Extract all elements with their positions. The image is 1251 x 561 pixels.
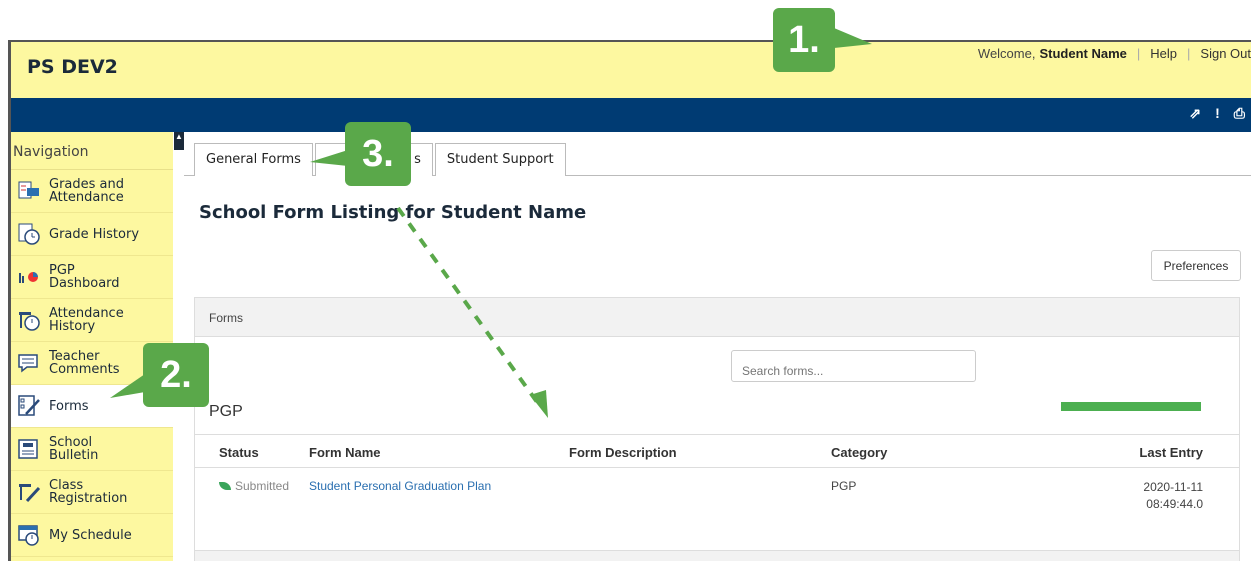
column-header-form-description: Form Description xyxy=(569,445,677,460)
brand-title: PS DEV2 xyxy=(27,56,118,78)
table-row: Submitted Student Personal Graduation Pl… xyxy=(195,468,1239,548)
section-title: PGP xyxy=(209,403,243,420)
sidebar-item-label: Class Registration xyxy=(49,478,128,506)
form-name-link[interactable]: Student Personal Graduation Plan xyxy=(309,479,491,493)
nav-title: Navigation xyxy=(11,132,173,170)
sidebar-item-label: School Bulletin xyxy=(49,435,99,463)
header: PS DEV2 Welcome, Student Name | Help | S… xyxy=(11,40,1251,98)
tab-student-support[interactable]: Student Support xyxy=(434,143,566,176)
divider: | xyxy=(1136,46,1141,61)
last-entry-time: 08:49:44.0 xyxy=(1146,497,1203,511)
sidebar-item-label: Grade History xyxy=(49,226,140,242)
divider: | xyxy=(1187,46,1191,61)
column-header-category: Category xyxy=(831,445,888,460)
tab-partial-label: s xyxy=(414,152,421,167)
user-name: Student Name xyxy=(1039,46,1127,61)
annotation-badge-1: 1. xyxy=(773,8,835,72)
column-header-status: Status xyxy=(219,445,259,460)
annotation-badge-3: 3. xyxy=(345,122,411,186)
status-text: Submitted xyxy=(235,479,290,493)
sidebar-item-label: Forms xyxy=(49,398,89,414)
tab-general-forms[interactable]: General Forms xyxy=(194,143,313,176)
page-title: School Form Listing for Student Name xyxy=(199,202,587,223)
class-registration-icon xyxy=(19,484,41,503)
teacher-comments-icon xyxy=(18,354,38,373)
my-schedule-icon xyxy=(18,525,39,546)
attendance-history-icon xyxy=(19,312,40,331)
sidebar-item-grade-history[interactable]: Grade History xyxy=(11,213,173,256)
sidebar-item-class-registration[interactable]: Class Registration xyxy=(11,471,173,514)
sidebar-item-label: Grades and Attendance xyxy=(49,177,124,205)
panel-title: Forms xyxy=(195,298,1239,337)
school-bulletin-icon xyxy=(18,439,38,459)
sidebar-item-label: Teacher Comments xyxy=(49,349,120,377)
table-footer xyxy=(195,550,1239,561)
top-links: Welcome, Student Name | Help | Sign Out xyxy=(978,46,1251,61)
sidebar-item-label: PGP Dashboard xyxy=(49,263,120,291)
table-header: Status Form Name Form Description Catego… xyxy=(195,434,1239,468)
status-cell: Submitted xyxy=(219,479,289,493)
pgp-dashboard-icon xyxy=(19,272,38,283)
grades-attendance-icon xyxy=(18,181,39,199)
help-link[interactable]: Help xyxy=(1150,46,1177,61)
column-header-form-name: Form Name xyxy=(309,445,381,460)
main-content: General Forms s Student Support School F… xyxy=(184,132,1251,561)
last-entry-date: 2020-11-11 xyxy=(1143,480,1203,494)
search-input[interactable] xyxy=(731,350,976,382)
app-window: PS DEV2 Welcome, Student Name | Help | S… xyxy=(8,40,1251,561)
sidebar-item-grades-attendance[interactable]: Grades and Attendance xyxy=(11,170,173,213)
sidebar-item-label: My Schedule xyxy=(49,527,132,543)
collapse-sidebar-button[interactable]: ▲ xyxy=(174,132,184,150)
sidebar-item-pgp-dashboard[interactable]: PGP Dashboard xyxy=(11,256,173,299)
leaf-icon xyxy=(219,482,231,490)
print-icon[interactable]: ⎙ xyxy=(1234,105,1245,122)
category-cell: PGP xyxy=(831,479,857,493)
last-entry-cell: 2020-11-11 08:49:44.0 xyxy=(1143,479,1203,513)
forms-icon xyxy=(18,395,40,416)
sidebar-item-label: Attendance History xyxy=(49,306,124,334)
sidebar-item-school-bulletin[interactable]: School Bulletin xyxy=(11,428,173,471)
annotation-highlight-bar xyxy=(1061,402,1201,411)
forms-panel: Forms PGP Status Form Name Form Descript… xyxy=(194,297,1240,561)
annotation-badge-2: 2. xyxy=(143,343,209,407)
alert-icon[interactable]: ! xyxy=(1215,105,1220,122)
sidebar-item-my-schedule[interactable]: My Schedule xyxy=(11,514,173,557)
welcome-label: Welcome, xyxy=(977,46,1036,61)
sign-out-link[interactable]: Sign Out xyxy=(1200,46,1251,61)
preferences-button[interactable]: Preferences xyxy=(1151,250,1241,281)
grade-history-icon xyxy=(18,223,40,245)
toolbar: ⇗ ! ⎙ xyxy=(11,98,1251,132)
column-header-last-entry: Last Entry xyxy=(1139,445,1203,460)
sidebar-item-attendance-history[interactable]: Attendance History xyxy=(11,299,173,342)
external-link-icon[interactable]: ⇗ xyxy=(1189,105,1201,122)
